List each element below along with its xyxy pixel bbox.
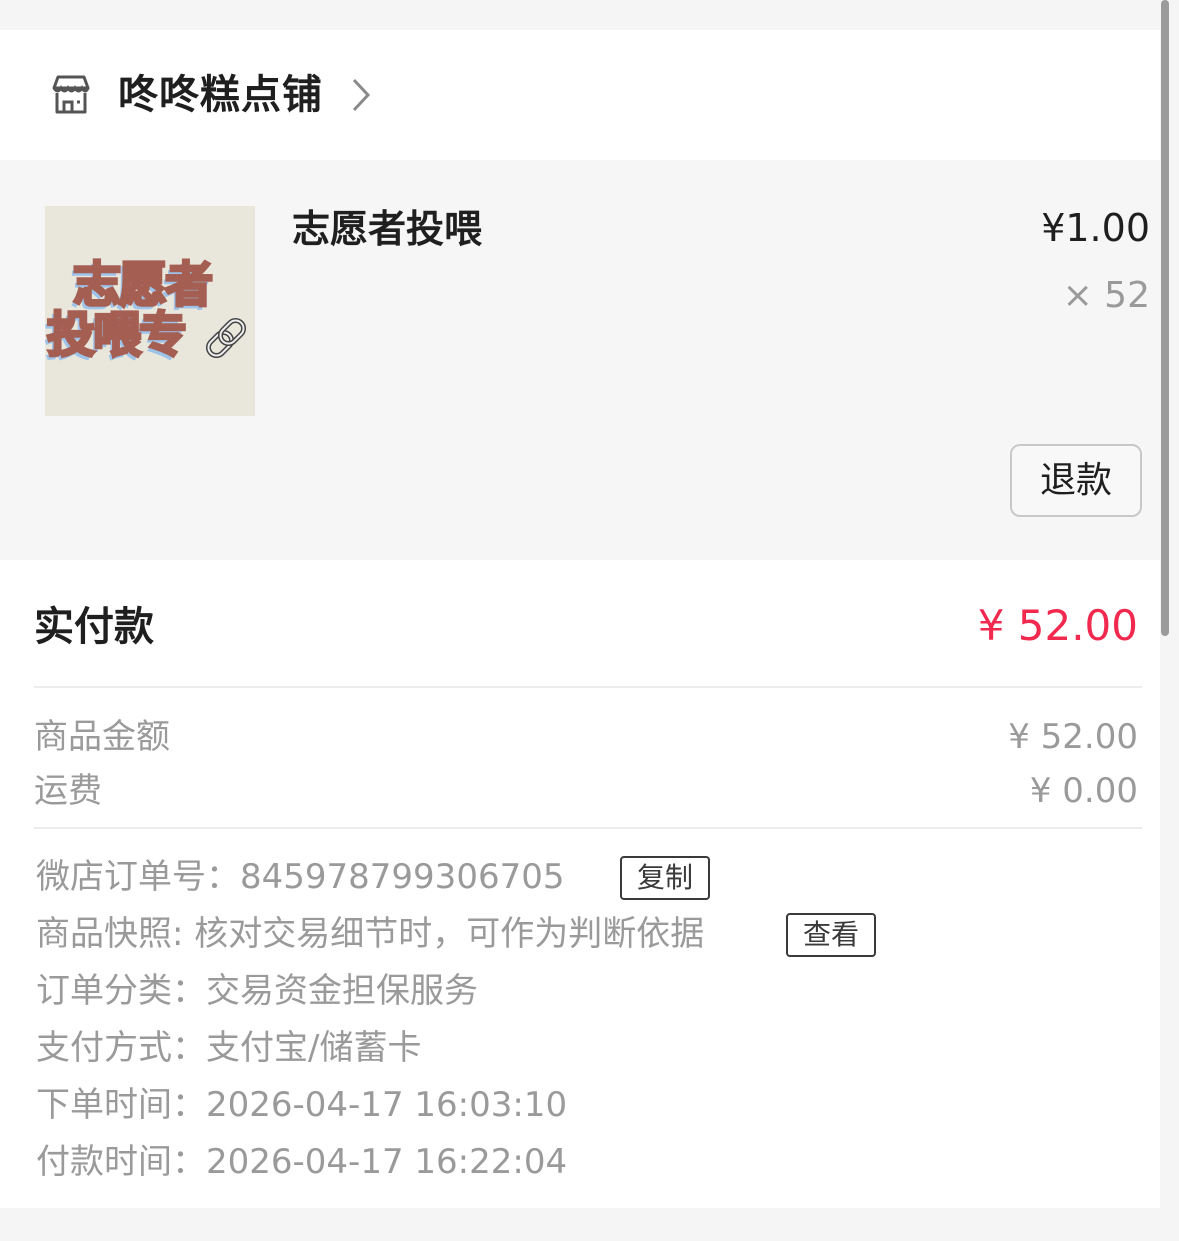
paid-amount-value: ¥ 52.00 xyxy=(977,601,1138,650)
scrollbar[interactable] xyxy=(1161,0,1169,636)
product-unit-price: ¥1.00 xyxy=(1041,206,1150,250)
order-item[interactable]: 志愿者 投喂专 志愿者投喂 ¥1.00 × 52 退款 xyxy=(0,160,1160,560)
goods-amount-label: 商品金额 xyxy=(34,717,170,757)
payment-time: 付款时间：2026-04-17 16:22:04 xyxy=(36,1142,568,1182)
shipping-fee-value: ¥ 0.00 xyxy=(1029,771,1138,811)
shipping-fee-label: 运费 xyxy=(34,771,102,811)
shop-icon xyxy=(52,75,90,114)
thumbnail-text-line1: 志愿者 xyxy=(71,257,214,314)
product-title[interactable]: 志愿者投喂 xyxy=(292,206,482,252)
product-thumbnail[interactable]: 志愿者 投喂专 xyxy=(45,206,255,416)
view-snapshot-button[interactable]: 查看 xyxy=(786,913,876,957)
goods-amount-value: ¥ 52.00 xyxy=(1008,717,1138,757)
divider xyxy=(34,686,1142,688)
refund-button[interactable]: 退款 xyxy=(1010,444,1142,517)
copy-button[interactable]: 复制 xyxy=(620,856,710,900)
divider xyxy=(34,827,1142,829)
payment-details: 实付款 ¥ 52.00 商品金额 ¥ 52.00 运费 ¥ 0.00 微店订单号… xyxy=(0,560,1160,1208)
shop-name[interactable]: 咚咚糕点铺 xyxy=(118,70,323,120)
order-number: 微店订单号：845978799306705 xyxy=(36,857,565,897)
order-category: 订单分类：交易资金担保服务 xyxy=(36,971,478,1011)
link-icon xyxy=(205,317,247,359)
payment-method: 支付方式：支付宝/储蓄卡 xyxy=(36,1028,422,1068)
product-snapshot: 商品快照: 核对交易细节时，可作为判断依据 xyxy=(36,914,705,954)
order-time: 下单时间：2026-04-17 16:03:10 xyxy=(36,1085,568,1125)
shop-header[interactable]: 咚咚糕点铺 xyxy=(0,30,1160,160)
paid-amount-label: 实付款 xyxy=(34,604,154,650)
chevron-right-icon[interactable] xyxy=(348,76,374,114)
thumbnail-text-line2: 投喂专 xyxy=(45,307,188,364)
product-quantity: × 52 xyxy=(1062,275,1150,316)
